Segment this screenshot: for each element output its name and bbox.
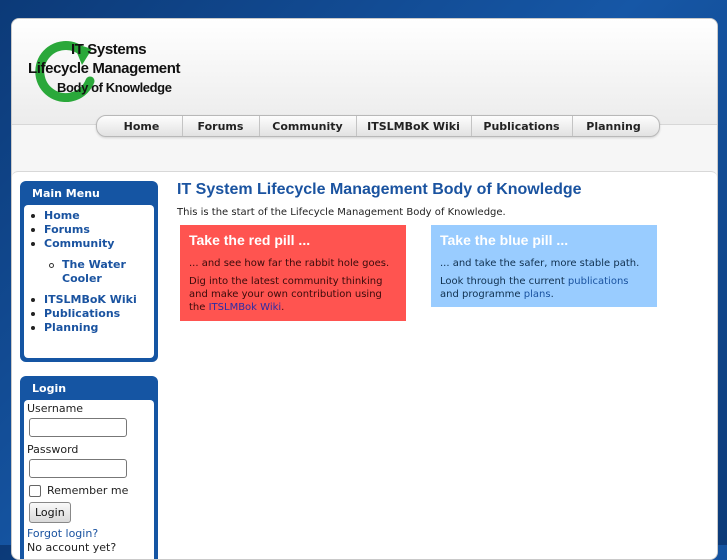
nav-community[interactable]: Community [260, 116, 357, 136]
page-title: IT System Lifecycle Management Body of K… [177, 181, 582, 198]
itslmbok-wiki-link[interactable]: ITSLMBok Wiki [209, 302, 282, 313]
publications-link[interactable]: publications [568, 276, 629, 287]
nav-itslmbok-wiki[interactable]: ITSLMBoK Wiki [357, 116, 472, 136]
menu-item-community[interactable]: Community [24, 237, 154, 251]
remember-me-row: Remember me [29, 484, 151, 498]
username-input[interactable] [29, 418, 127, 437]
top-nav-bar: Home Forums Community ITSLMBoK Wiki Publ… [96, 115, 660, 137]
blue-pill-line-2-mid: and programme [440, 289, 524, 300]
no-account-text: No account yet? [27, 541, 117, 554]
intro-text: This is the start of the Lifecycle Manag… [177, 207, 506, 218]
red-pill-title: Take the red pill ... [189, 232, 311, 248]
password-input[interactable] [29, 459, 127, 478]
blue-pill-line-1: ... and take the safer, more stable path… [440, 258, 640, 269]
login-title: Login [32, 382, 67, 395]
blue-pill-box: Take the blue pill ... ... and take the … [431, 225, 657, 307]
username-label: Username [27, 402, 84, 415]
nav-forums[interactable]: Forums [183, 116, 260, 136]
login-form: Username Password Remember me Login Forg… [24, 400, 154, 559]
main-content: IT System Lifecycle Management Body of K… [177, 180, 697, 321]
menu-item-water-cooler[interactable]: The Water Cooler [24, 258, 154, 286]
blue-pill-title: Take the blue pill ... [440, 232, 569, 248]
menu-item-home[interactable]: Home [24, 209, 154, 223]
red-pill-box: Take the red pill ... ... and see how fa… [180, 225, 406, 321]
blue-pill-line-2-text: Look through the current [440, 276, 568, 287]
logo-line-3: Body of Knowledge [57, 80, 172, 95]
menu-item-planning[interactable]: Planning [24, 321, 154, 335]
logo-line-1: IT Systems [71, 41, 147, 58]
blue-pill-line-2-end: . [550, 289, 554, 300]
menu-item-itslmbok-wiki[interactable]: ITSLMBoK Wiki [24, 293, 154, 307]
page-container: IT Systems Lifecycle Management Body of … [11, 18, 718, 560]
red-pill-line-2: Dig into the latest community thinking a… [189, 275, 397, 314]
main-menu-module: Main Menu Home Forums Community The Wate… [20, 181, 158, 362]
site-logo[interactable]: IT Systems Lifecycle Management Body of … [26, 37, 216, 103]
main-menu-list: Home Forums Community The Water Cooler I… [24, 209, 154, 335]
red-pill-line-2-end: . [281, 302, 285, 313]
site-header: IT Systems Lifecycle Management Body of … [12, 19, 717, 125]
logo-line-2: Lifecycle Management [28, 60, 181, 77]
password-label: Password [27, 443, 79, 456]
plans-link[interactable]: plans [524, 289, 551, 300]
remember-me-label: Remember me [47, 484, 129, 497]
main-menu-title: Main Menu [32, 187, 100, 200]
menu-item-forums[interactable]: Forums [24, 223, 154, 237]
blue-pill-line-2: Look through the current publications an… [440, 275, 648, 301]
login-module: Login Username Password Remember me Logi… [20, 376, 158, 559]
menu-item-publications[interactable]: Publications [24, 307, 154, 321]
remember-me-checkbox[interactable] [29, 485, 41, 497]
forgot-login-link[interactable]: Forgot login? [27, 527, 151, 541]
content-area: Main Menu Home Forums Community The Wate… [12, 171, 717, 559]
login-button[interactable]: Login [29, 502, 71, 523]
nav-planning[interactable]: Planning [573, 116, 655, 136]
main-menu-body: Home Forums Community The Water Cooler I… [24, 205, 154, 358]
nav-home[interactable]: Home [102, 116, 183, 136]
red-pill-line-1: ... and see how far the rabbit hole goes… [189, 258, 390, 269]
nav-publications[interactable]: Publications [472, 116, 573, 136]
